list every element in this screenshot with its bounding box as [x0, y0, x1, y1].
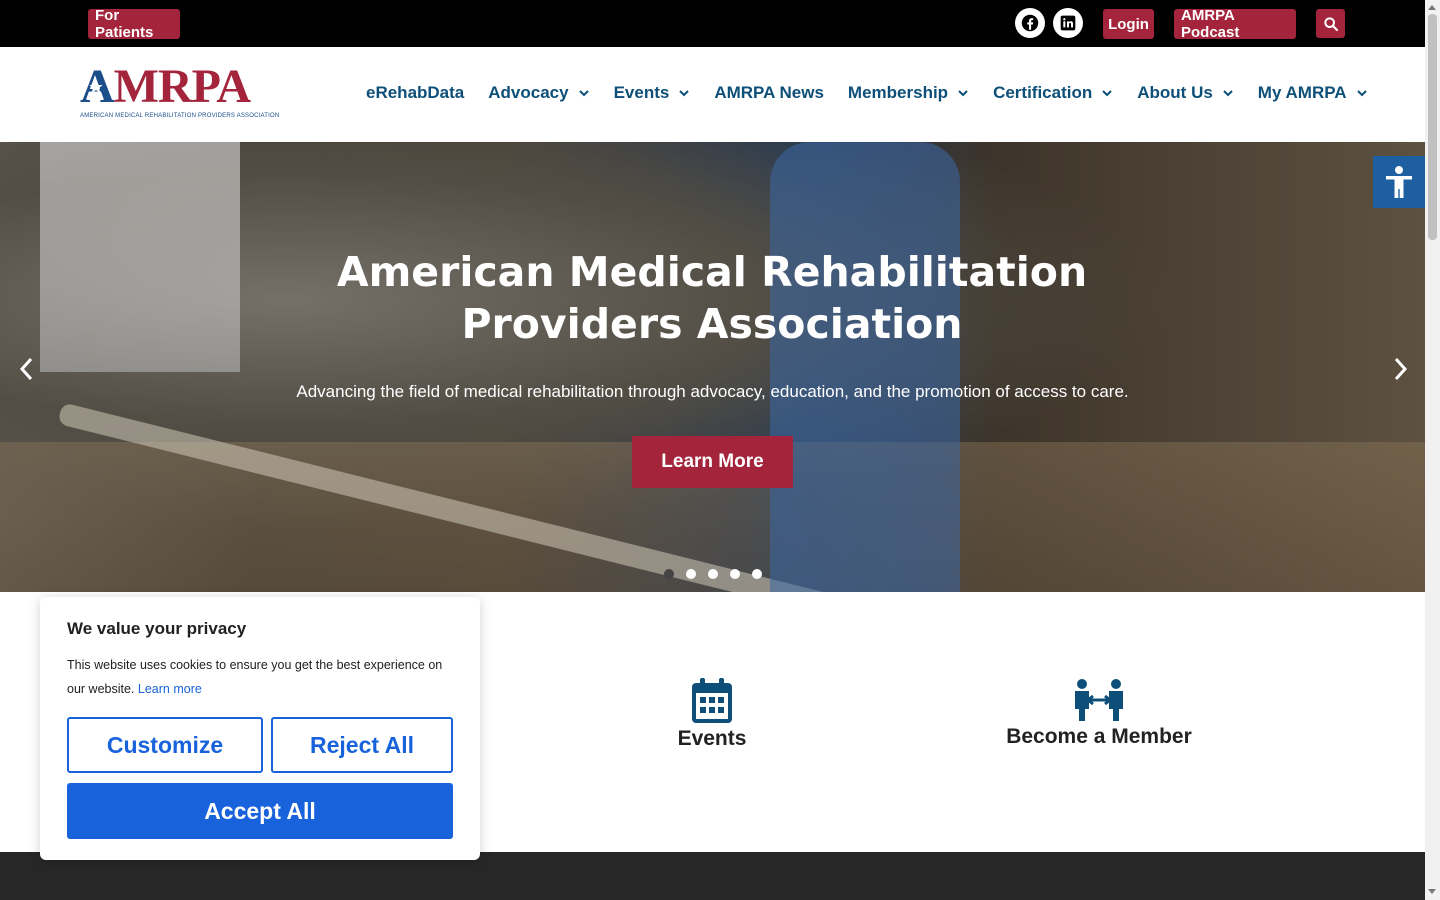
logo-subtitle: AMERICAN MEDICAL REHABILITATION PROVIDER… — [80, 113, 280, 119]
main-nav: eRehabData Advocacy Events AMRPA News Me… — [366, 83, 1392, 103]
slider-dot[interactable] — [686, 569, 696, 579]
hero-slider: American Medical Rehabilitation Provider… — [0, 142, 1425, 592]
slider-dot[interactable] — [752, 569, 762, 579]
logo-wordmark: AMRPA — [80, 60, 251, 113]
nav-item-erehabdata[interactable]: eRehabData — [366, 83, 464, 103]
hero-background-window — [40, 142, 240, 372]
logo-star-icon — [89, 80, 103, 93]
podcast-button[interactable]: AMRPA Podcast — [1174, 7, 1296, 41]
events-label: Events — [677, 727, 747, 750]
become-member-label: Become a Member — [1006, 725, 1192, 748]
for-patients-button[interactable]: For Patients — [88, 7, 180, 41]
login-button[interactable]: Login — [1103, 9, 1154, 39]
chevron-left-icon[interactable] — [17, 354, 37, 384]
search-icon — [1323, 16, 1338, 31]
accept-all-button[interactable]: Accept All — [67, 783, 453, 839]
chevron-down-icon — [679, 90, 690, 97]
slider-dot[interactable] — [730, 569, 740, 579]
scroll-up-icon[interactable] — [1428, 5, 1436, 10]
nav-item-certification[interactable]: Certification — [993, 83, 1113, 103]
chevron-down-icon — [578, 90, 589, 97]
facebook-icon[interactable] — [1015, 8, 1045, 38]
scroll-down-icon[interactable] — [1428, 889, 1436, 894]
page-scrollbar[interactable] — [1425, 0, 1440, 900]
nav-item-events[interactable]: Events — [614, 83, 691, 103]
cookie-learn-more-link[interactable]: Learn more — [138, 682, 202, 696]
amrpa-logo[interactable]: AMRPA AMERICAN MEDICAL REHABILITATION PR… — [80, 60, 280, 125]
slider-dot[interactable] — [664, 569, 674, 579]
events-feature[interactable]: Events — [662, 677, 762, 751]
calendar-icon — [692, 678, 732, 723]
nav-item-about-us[interactable]: About Us — [1137, 83, 1234, 103]
cookie-text: This website uses cookies to ensure you … — [67, 658, 443, 696]
hero-background-person — [770, 142, 960, 592]
nav-item-advocacy[interactable]: Advocacy — [488, 83, 589, 103]
search-button[interactable] — [1316, 9, 1345, 38]
hero-title: American Medical Rehabilitation Provider… — [336, 248, 1088, 348]
chevron-down-icon — [958, 90, 968, 97]
nav-item-news[interactable]: AMRPA News — [714, 83, 824, 103]
cookie-consent-banner: We value your privacy This website uses … — [40, 597, 480, 860]
slider-dots — [664, 569, 774, 579]
chevron-down-icon — [1102, 90, 1112, 97]
slider-dot[interactable] — [708, 569, 718, 579]
become-member-feature[interactable]: Become a Member — [999, 677, 1199, 749]
customize-button[interactable]: Customize — [67, 717, 263, 773]
accessibility-icon — [1386, 166, 1412, 198]
site-header: AMRPA AMERICAN MEDICAL REHABILITATION PR… — [0, 47, 1425, 142]
scroll-thumb[interactable] — [1428, 14, 1437, 240]
chevron-down-icon — [1356, 90, 1367, 97]
linkedin-icon[interactable] — [1053, 8, 1083, 38]
top-bar: For Patients Login AMRPA Podcast — [0, 0, 1425, 47]
hero-subtitle: Advancing the field of medical rehabilit… — [296, 382, 1129, 401]
chevron-right-icon[interactable] — [1390, 354, 1410, 384]
members-icon — [1075, 679, 1123, 721]
accessibility-button[interactable] — [1373, 156, 1425, 208]
reject-all-button[interactable]: Reject All — [271, 717, 453, 773]
cookie-title: We value your privacy — [67, 619, 247, 638]
nav-item-membership[interactable]: Membership — [848, 83, 969, 103]
chevron-down-icon — [1223, 90, 1233, 97]
learn-more-button[interactable]: Learn More — [632, 436, 793, 488]
nav-item-my-amrpa[interactable]: My AMRPA — [1258, 83, 1368, 103]
